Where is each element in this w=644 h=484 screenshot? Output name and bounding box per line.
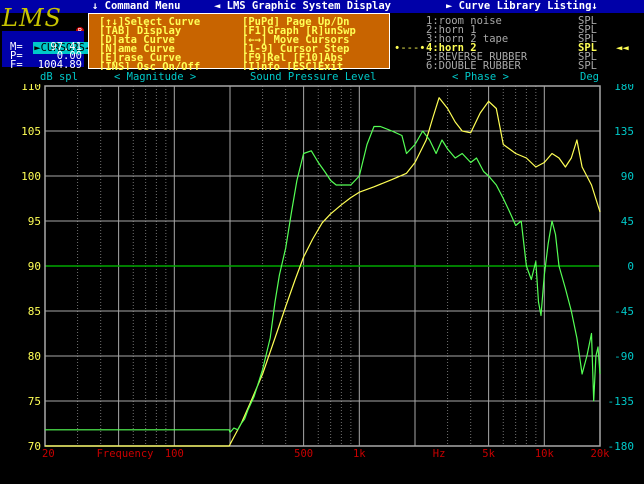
left-tick-label: 70 [28, 440, 41, 453]
right-tick-label: 45 [621, 215, 634, 228]
right-tick-label: -90 [614, 350, 634, 363]
right-tick-label: 135 [614, 125, 634, 138]
left-axis-unit: dB spl [40, 71, 78, 83]
scale-bar: dB spl < Magnitude > Sound Pressure Leve… [0, 70, 644, 84]
cursor-f-label: F= [10, 59, 23, 71]
x-tick-label: 1k [353, 448, 366, 460]
left-tick-label: 105 [21, 125, 41, 138]
magnitude-selector[interactable]: < Magnitude > [114, 72, 196, 83]
command-menu-title[interactable]: ↓ Command Menu [92, 1, 181, 12]
right-tick-label: -180 [608, 440, 635, 453]
left-tick-label: 80 [28, 350, 41, 363]
left-tick-label: 85 [28, 305, 41, 318]
curve-library-panel: 1:room noise SPL 2:horn 1 SPL 3:horn 2 tape S… [392, 13, 644, 71]
x-tick-label: 5k [482, 448, 495, 460]
x-tick-label: 20k [591, 448, 611, 460]
bottom-strip [0, 462, 644, 484]
x-tick-label: 10k [535, 448, 555, 460]
x-tick-label: 500 [294, 448, 313, 460]
cursor-readout-panel: ►CURSORS◄ M= 97.41 P= 0.00 F= 1004.89 [2, 31, 93, 70]
x-tick-label: 100 [165, 448, 184, 460]
library-listing-title[interactable]: ► Curve Library Listing↓ [446, 1, 598, 12]
left-tick-label: 90 [28, 260, 41, 273]
right-tick-label: 0 [627, 260, 634, 273]
series-line-1 [45, 97, 601, 447]
cursor-f-value: 1004.89 [37, 59, 82, 71]
right-tick-label: 180 [614, 84, 634, 93]
right-tick-label: -45 [614, 305, 634, 318]
series-line-2 [45, 125, 601, 434]
scale-title: Sound Pressure Level [250, 71, 377, 83]
left-tick-label: 100 [21, 170, 41, 183]
system-display-title[interactable]: ◄ LMS Graphic System Display [214, 1, 391, 12]
right-tick-label: -135 [608, 395, 635, 408]
right-tick-label: 90 [621, 170, 634, 183]
command-menu-panel: [↑↓]Select Curve [PuPd] Page Up/Dn [TAB]… [88, 13, 390, 72]
phase-selector[interactable]: < Phase > [452, 72, 509, 83]
x-tick-label: Hz [433, 448, 446, 460]
selected-arrow-icon: ◄◄ [616, 42, 629, 54]
left-tick-label: 110 [21, 84, 41, 93]
lms-logo: LMS [2, 4, 62, 32]
title-bar: ↓ Command Menu ◄ LMS Graphic System Disp… [0, 0, 644, 13]
right-axis-unit: Deg [580, 71, 599, 83]
left-tick-label: 75 [28, 395, 41, 408]
left-tick-label: 95 [28, 215, 41, 228]
selected-curve-marker: ∙---∙ [394, 42, 426, 54]
x-tick-label: 20 [42, 448, 55, 460]
frequency-response-chart[interactable]: 110 105 100 95 90 85 80 75 70 180 135 90 45 0 -45 -90 -1… [0, 84, 644, 462]
x-tick-label: Frequency [97, 448, 154, 460]
